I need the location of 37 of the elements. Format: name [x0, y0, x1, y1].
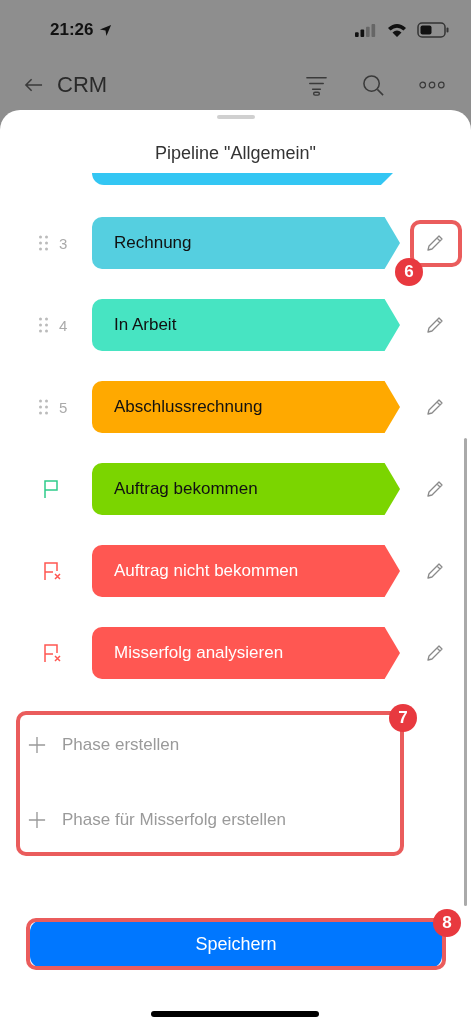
wifi-icon	[387, 23, 407, 37]
drag-handle-icon[interactable]	[38, 317, 49, 333]
stage-chip[interactable]: In Arbeit	[92, 299, 400, 351]
flag-cross-icon	[42, 643, 62, 663]
plus-icon	[28, 811, 46, 829]
pencil-icon[interactable]	[425, 479, 445, 499]
stage-chip[interactable]: Auftrag nicht bekommen	[92, 545, 400, 597]
pencil-icon[interactable]	[425, 397, 445, 417]
add-phase-button[interactable]: Phase für Misserfolg erstellen	[28, 800, 286, 840]
save-button[interactable]: Speichern	[30, 920, 442, 968]
sheet-handle[interactable]	[216, 115, 255, 119]
signal-icon	[355, 23, 377, 37]
sheet-title: Pipeline "Allgemein"	[154, 143, 317, 165]
flag-cross-icon	[42, 561, 62, 581]
stage-number: 5	[59, 398, 68, 416]
pencil-icon[interactable]	[425, 643, 445, 663]
drag-handle-icon[interactable]	[38, 399, 49, 415]
pencil-icon[interactable]	[425, 233, 445, 253]
location-arrow-icon	[99, 23, 113, 37]
page-title: CRM	[57, 72, 108, 98]
back-arrow-icon[interactable]	[24, 77, 43, 93]
stage-chip[interactable]: Auftrag bekommen	[92, 463, 400, 515]
drag-handle-icon[interactable]	[38, 235, 49, 251]
pencil-icon[interactable]	[425, 315, 445, 335]
status-time: 21:26	[50, 20, 94, 40]
stage-chip[interactable]: Abschlussrechnung	[92, 381, 400, 433]
stage-chip[interactable]	[92, 173, 393, 185]
pencil-icon[interactable]	[425, 561, 445, 581]
search-icon[interactable]	[362, 73, 385, 97]
stage-number: 3	[59, 234, 68, 252]
more-icon[interactable]	[419, 81, 445, 89]
plus-icon	[28, 736, 46, 754]
stage-chip[interactable]: Misserfolg analysieren	[92, 627, 400, 679]
stage-chip[interactable]: Rechnung	[92, 217, 400, 269]
add-phase-button[interactable]: Phase erstellen	[28, 725, 180, 765]
stage-number: 4	[59, 316, 68, 334]
battery-icon	[417, 22, 449, 38]
